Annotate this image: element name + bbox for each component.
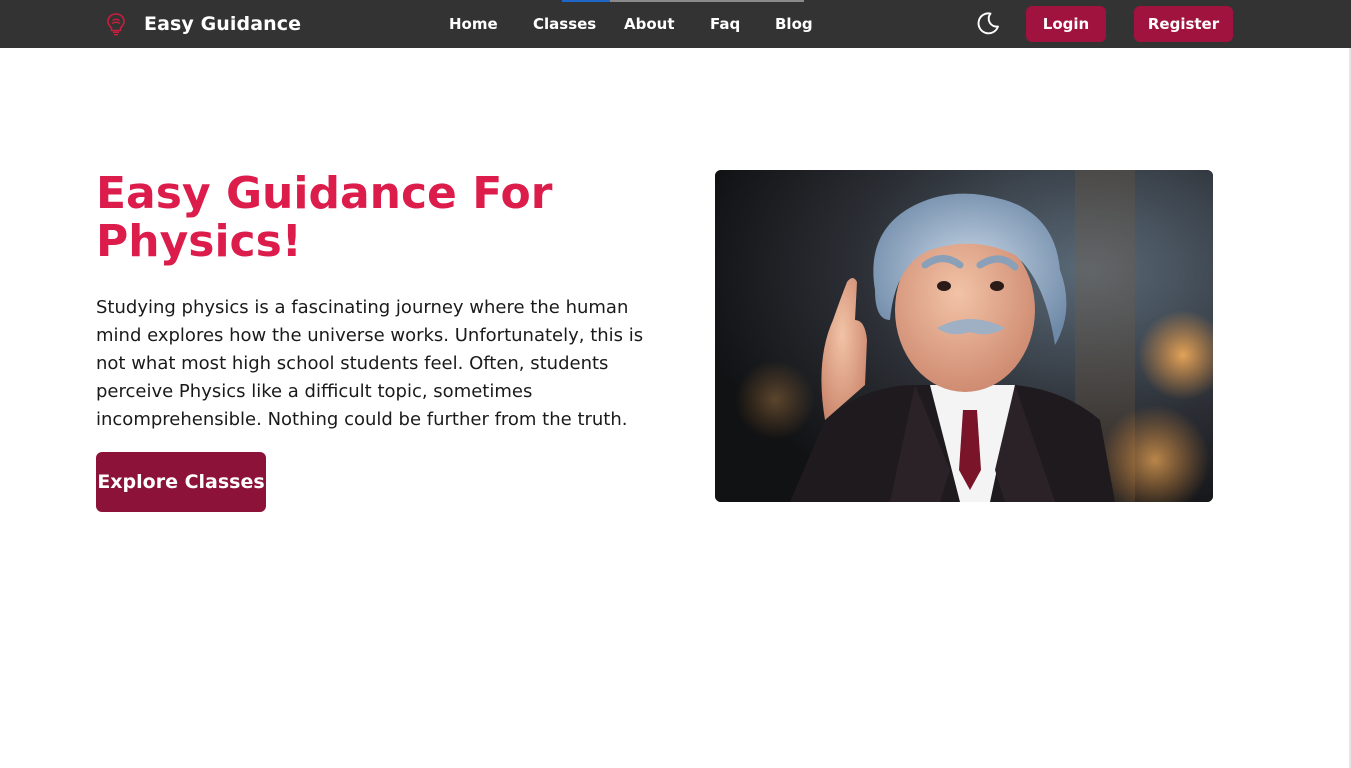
nav-link-about[interactable]: About [624, 14, 675, 34]
nav-link-faq[interactable]: Faq [710, 14, 740, 34]
scroll-progress-bar [562, 0, 804, 2]
hero-title: Easy Guidance For Physics! [96, 168, 553, 267]
login-button[interactable]: Login [1026, 6, 1106, 42]
scroll-progress-fill [562, 0, 610, 2]
moon-icon [977, 12, 999, 35]
hero-description: Studying physics is a fascinating journe… [96, 297, 644, 430]
explore-classes-button[interactable]: Explore Classes [96, 452, 266, 512]
einstein-figurine-image [715, 170, 1213, 502]
nav-link-home[interactable]: Home [449, 14, 498, 34]
hero-image [715, 170, 1213, 502]
register-button[interactable]: Register [1134, 6, 1233, 42]
theme-toggle-button[interactable] [974, 9, 1002, 37]
nav-link-classes[interactable]: Classes [533, 14, 596, 34]
top-navbar: Easy Guidance Home Classes About Faq Blo… [0, 0, 1351, 48]
nav-link-blog[interactable]: Blog [775, 14, 813, 34]
